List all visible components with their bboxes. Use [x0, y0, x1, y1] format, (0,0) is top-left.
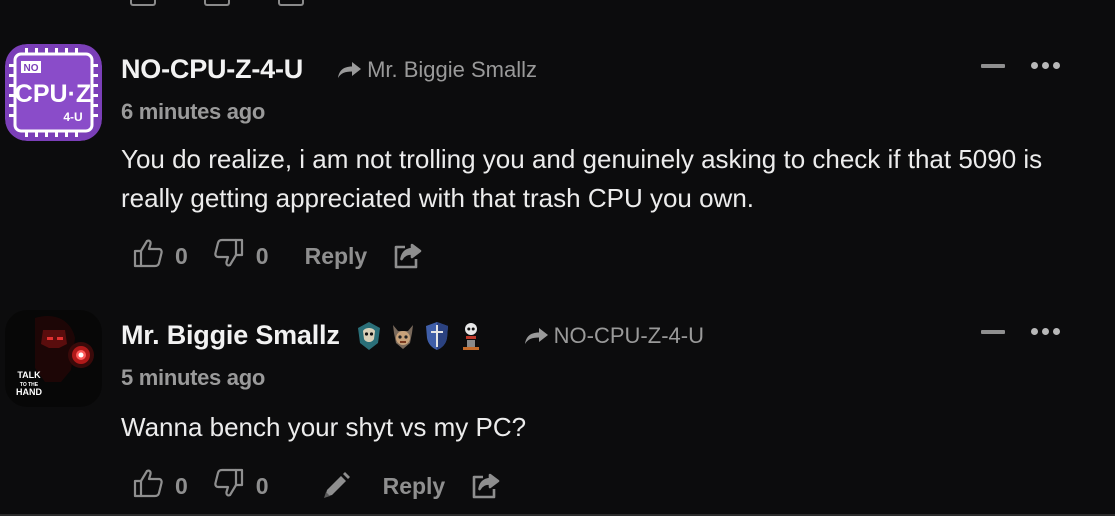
dislike-count: 0: [255, 242, 269, 269]
dislike-button[interactable]: 0: [214, 238, 269, 274]
comments-section: NO CPU·Z 4-U NO-CPU-Z-4-U Mr. Biggie Sma…: [0, 0, 1115, 516]
avatar-text-bottom: 4-U: [63, 110, 82, 124]
reply-arrow-icon: [337, 60, 363, 80]
share-icon[interactable]: [278, 0, 304, 6]
thumbs-down-icon: [214, 238, 244, 274]
like-button[interactable]: 0: [133, 238, 188, 274]
more-options-icon[interactable]: [1031, 62, 1060, 69]
like-button[interactable]: 0: [133, 468, 188, 504]
more-options-icon[interactable]: [1031, 328, 1060, 335]
avatar[interactable]: TALK TO THE HAND: [5, 310, 102, 407]
comment-header: Mr. Biggie Smallz NO-CPU-Z-4-U: [121, 320, 704, 351]
collapse-icon[interactable]: [981, 63, 1005, 68]
user-badges: [356, 321, 484, 351]
collapse-icon[interactable]: [981, 329, 1005, 334]
comment-menu: [981, 328, 1060, 335]
dislike-count: 0: [255, 472, 269, 499]
comment-body: You do realize, i am not trolling you an…: [121, 144, 1043, 213]
timestamp[interactable]: 6 minutes ago: [121, 99, 265, 125]
comment-menu: [981, 62, 1060, 69]
horned-skull-badge-icon[interactable]: [390, 321, 416, 351]
reply-to-name: NO-CPU-Z-4-U: [553, 322, 704, 348]
reply-arrow-icon: [524, 326, 550, 346]
dislike-icon[interactable]: [204, 0, 230, 6]
comment-header: NO-CPU-Z-4-U Mr. Biggie Smallz: [121, 54, 537, 85]
previous-comment-actions: [130, 0, 304, 6]
skeleton-badge-icon[interactable]: [458, 321, 484, 351]
reply-to-name: Mr. Biggie Smallz: [367, 56, 538, 82]
avatar-text-line3: HAND: [16, 387, 42, 397]
like-count: 0: [175, 472, 188, 499]
timestamp[interactable]: 5 minutes ago: [121, 365, 265, 391]
dislike-button[interactable]: 0: [214, 468, 269, 504]
avatar-text-top: NO: [24, 63, 39, 74]
reply-to[interactable]: Mr. Biggie Smallz: [337, 57, 537, 83]
thumbs-up-icon: [133, 238, 163, 274]
like-count: 0: [175, 242, 188, 269]
edit-pencil-icon[interactable]: [321, 471, 351, 501]
comment-actions: 0 0 Reply: [133, 238, 423, 274]
reply-button[interactable]: Reply: [383, 473, 446, 500]
thumbs-down-icon: [214, 468, 244, 504]
thumbs-up-icon: [133, 468, 163, 504]
comment-body: Wanna bench your shyt vs my PC?: [121, 412, 527, 442]
avatar-text-main: CPU·Z: [15, 80, 91, 108]
shield-badge-icon[interactable]: [424, 321, 450, 351]
reply-to[interactable]: NO-CPU-Z-4-U: [524, 323, 704, 349]
comment-actions: 0 0 Reply: [133, 468, 501, 504]
share-icon[interactable]: [393, 242, 423, 270]
share-icon[interactable]: [471, 472, 501, 500]
avatar[interactable]: NO CPU·Z 4-U: [5, 44, 102, 141]
teal-mask-badge-icon[interactable]: [356, 321, 382, 351]
username[interactable]: Mr. Biggie Smallz: [121, 320, 340, 351]
reply-button[interactable]: Reply: [305, 243, 368, 270]
username[interactable]: NO-CPU-Z-4-U: [121, 54, 303, 85]
avatar-text-line1: TALK: [17, 370, 41, 380]
like-icon[interactable]: [130, 0, 156, 6]
